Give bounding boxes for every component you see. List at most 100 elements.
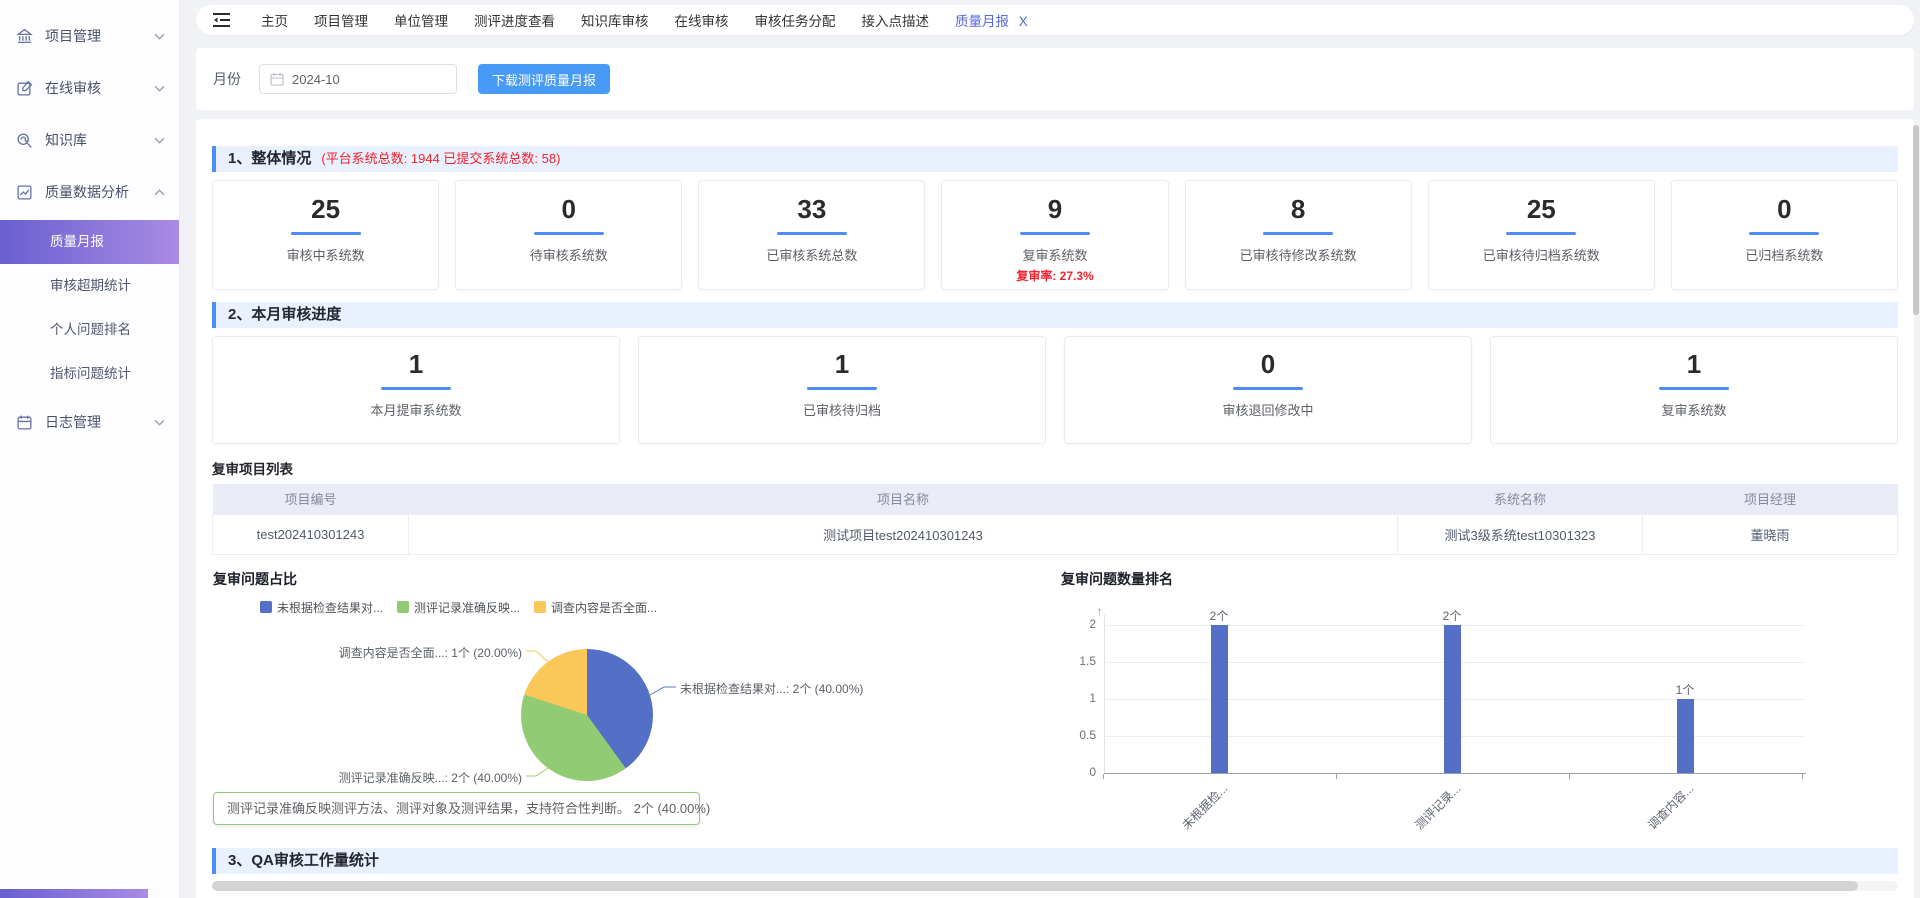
table-header-row: 项目编号 项目名称 系统名称 项目经理 [213,484,1898,514]
stat-label: 已审核系统总数 [699,245,924,264]
stat-card-submitted-this-month: 1本月提审系统数 [212,336,620,444]
bar-value-label: 1个 [1662,681,1708,698]
horizontal-scrollbar-thumb[interactable] [212,881,1858,891]
x-tick [1802,774,1803,779]
section-title: 3、QA审核工作量统计 [228,848,379,874]
table-row: test202410301243 测试项目test202410301243 测试… [213,514,1898,554]
sidebar-item-log-management[interactable]: 日志管理 [0,400,179,444]
tab-evaluation-progress[interactable]: 测评进度查看 [474,10,555,30]
tab-home[interactable]: 主页 [261,10,288,30]
sidebar-item-label: 项目管理 [45,26,154,46]
edit-icon [16,80,33,97]
stat-card-re-review: 9复审系统数复审率: 27.3% [941,180,1168,290]
y-tick-label: 0 [1064,765,1096,779]
y-axis-line [1104,615,1105,773]
y-tick-label: 0.5 [1064,728,1096,742]
stat-card-pending: 0待审核系统数 [455,180,682,290]
stat-underline [1749,232,1819,235]
stat-label: 复审系统数 [1491,400,1897,419]
search-icon [16,132,33,149]
bar-series-2[interactable] [1677,699,1694,773]
bar-series-0[interactable] [1211,625,1228,773]
sidebar-item-label: 质量数据分析 [45,182,154,202]
sidebar-item-quality-data-analysis[interactable]: 质量数据分析 [0,170,179,214]
stat-label: 已审核待归档 [639,400,1045,419]
stat-label: 已审核待归档系统数 [1429,245,1654,264]
sidebar-item-online-review[interactable]: 在线审核 [0,66,179,110]
pie-callout-blue: 未根据检查结果对...: 2个 (40.00%) [680,680,863,697]
chart-document-icon [16,184,33,201]
tab-online-review[interactable]: 在线审核 [675,10,729,30]
sidebar-item-label: 在线审核 [45,78,154,98]
section-title: 2、本月审核进度 [228,302,341,328]
stat-card-reviewing: 25审核中系统数 [212,180,439,290]
bar-value-label: 2个 [1196,607,1242,624]
sidebar-subitem-review-overdue-stats[interactable]: 审核超期统计 [0,264,179,308]
sidebar-item-project-management[interactable]: 项目管理 [0,14,179,58]
bar-series-1[interactable] [1444,625,1461,773]
col-project-manager: 项目经理 [1643,484,1898,514]
tab-close-icon[interactable]: X [1019,14,1028,29]
pie-callout-yellow: 调查内容是否全面...: 1个 (20.00%) [322,644,522,661]
download-monthly-report-button[interactable]: 下载测评质量月报 [478,64,610,94]
bar-value-label: 2个 [1429,607,1475,624]
stat-underline [1233,387,1303,390]
pie-callout-green: 测评记录准确反映...: 2个 (40.00%) [322,769,522,786]
stat-underline [777,232,847,235]
sidebar-item-label: 知识库 [45,130,154,150]
stat-value: 9 [942,194,1167,225]
horizontal-scrollbar[interactable] [212,881,1898,891]
month-label: 月份 [213,69,241,89]
sidebar-subitem-personal-issue-ranking[interactable]: 个人问题排名 [0,308,179,352]
cell-project-id: test202410301243 [213,514,409,554]
pie-tooltip: 测评记录准确反映测评方法、测评对象及测评结果，支持符合性判断。 2个 (40.0… [213,792,700,825]
tab-access-point-description[interactable]: 接入点描述 [862,10,930,30]
stat-value: 0 [1672,194,1897,225]
monthly-stat-cards: 1本月提审系统数 1已审核待归档 0审核退回修改中 1复审系统数 [212,336,1898,444]
chevron-down-icon [154,33,165,40]
stat-label: 本月提审系统数 [213,400,619,419]
tab-review-task-assignment[interactable]: 审核任务分配 [755,10,836,30]
x-tick [1336,774,1337,779]
y-tick-label: 1.5 [1064,654,1096,668]
calendar-log-icon [16,414,33,431]
tab-quality-monthly-report[interactable]: 质量月报 X [955,10,1028,30]
stat-underline [1020,232,1090,235]
collapse-menu-icon[interactable] [212,12,231,28]
stat-label: 已审核待修改系统数 [1186,245,1411,264]
col-project-name: 项目名称 [409,484,1398,514]
stat-underline [534,232,604,235]
stat-card-to-archive: 25已审核待归档系统数 [1428,180,1655,290]
chevron-up-icon [154,189,165,196]
topnav-tab-bar: 主页 项目管理 单位管理 测评进度查看 知识库审核 在线审核 审核任务分配 接入… [196,5,1914,35]
stat-value: 0 [456,194,681,225]
stat-value: 1 [1491,349,1897,380]
section-subtitle: (平台系统总数: 1944 已提交系统总数: 58) [321,146,560,172]
stat-card-reviewed-total: 33 已审核系统总数 [698,180,925,290]
col-project-id: 项目编号 [213,484,409,514]
stat-value: 33 [699,194,924,225]
stat-label: 已归档系统数 [1672,245,1897,264]
sidebar-subitem-indicator-issue-stats[interactable]: 指标问题统计 [0,352,179,396]
sidebar: 项目管理 在线审核 知识库 质量数据分析 质量月报 审核超期统计 个人问题排名 … [0,0,180,898]
calendar-icon [270,72,284,86]
vertical-scrollbar-thumb[interactable] [1913,125,1919,315]
stat-value: 8 [1186,194,1411,225]
y-axis-arrow-icon: ↑ [1096,603,1103,619]
stat-underline [807,387,877,390]
stat-underline [291,232,361,235]
section-header-monthly-progress: 2、本月审核进度 [212,302,1898,328]
stat-underline [381,387,451,390]
sidebar-subitem-quality-monthly-report[interactable]: 质量月报 [0,220,179,264]
x-category-label: 调查内容... [1644,780,1697,833]
stat-card-reviewed-to-archive: 1已审核待归档 [638,336,1046,444]
tab-knowledge-review[interactable]: 知识库审核 [581,10,649,30]
sidebar-item-knowledge-base[interactable]: 知识库 [0,118,179,162]
tab-unit-management[interactable]: 单位管理 [394,10,448,30]
month-picker-input[interactable]: 2024-10 [259,64,457,94]
re-review-rate: 复审率: 27.3% [942,267,1167,284]
cell-project-name: 测试项目test202410301243 [409,514,1398,554]
tab-project-management[interactable]: 项目管理 [314,10,368,30]
x-tick [1569,774,1570,779]
charts-row: 复审问题占比 未根据检查结果对... 测评记录准确反映... 调查内容是否全面.… [212,563,1898,848]
